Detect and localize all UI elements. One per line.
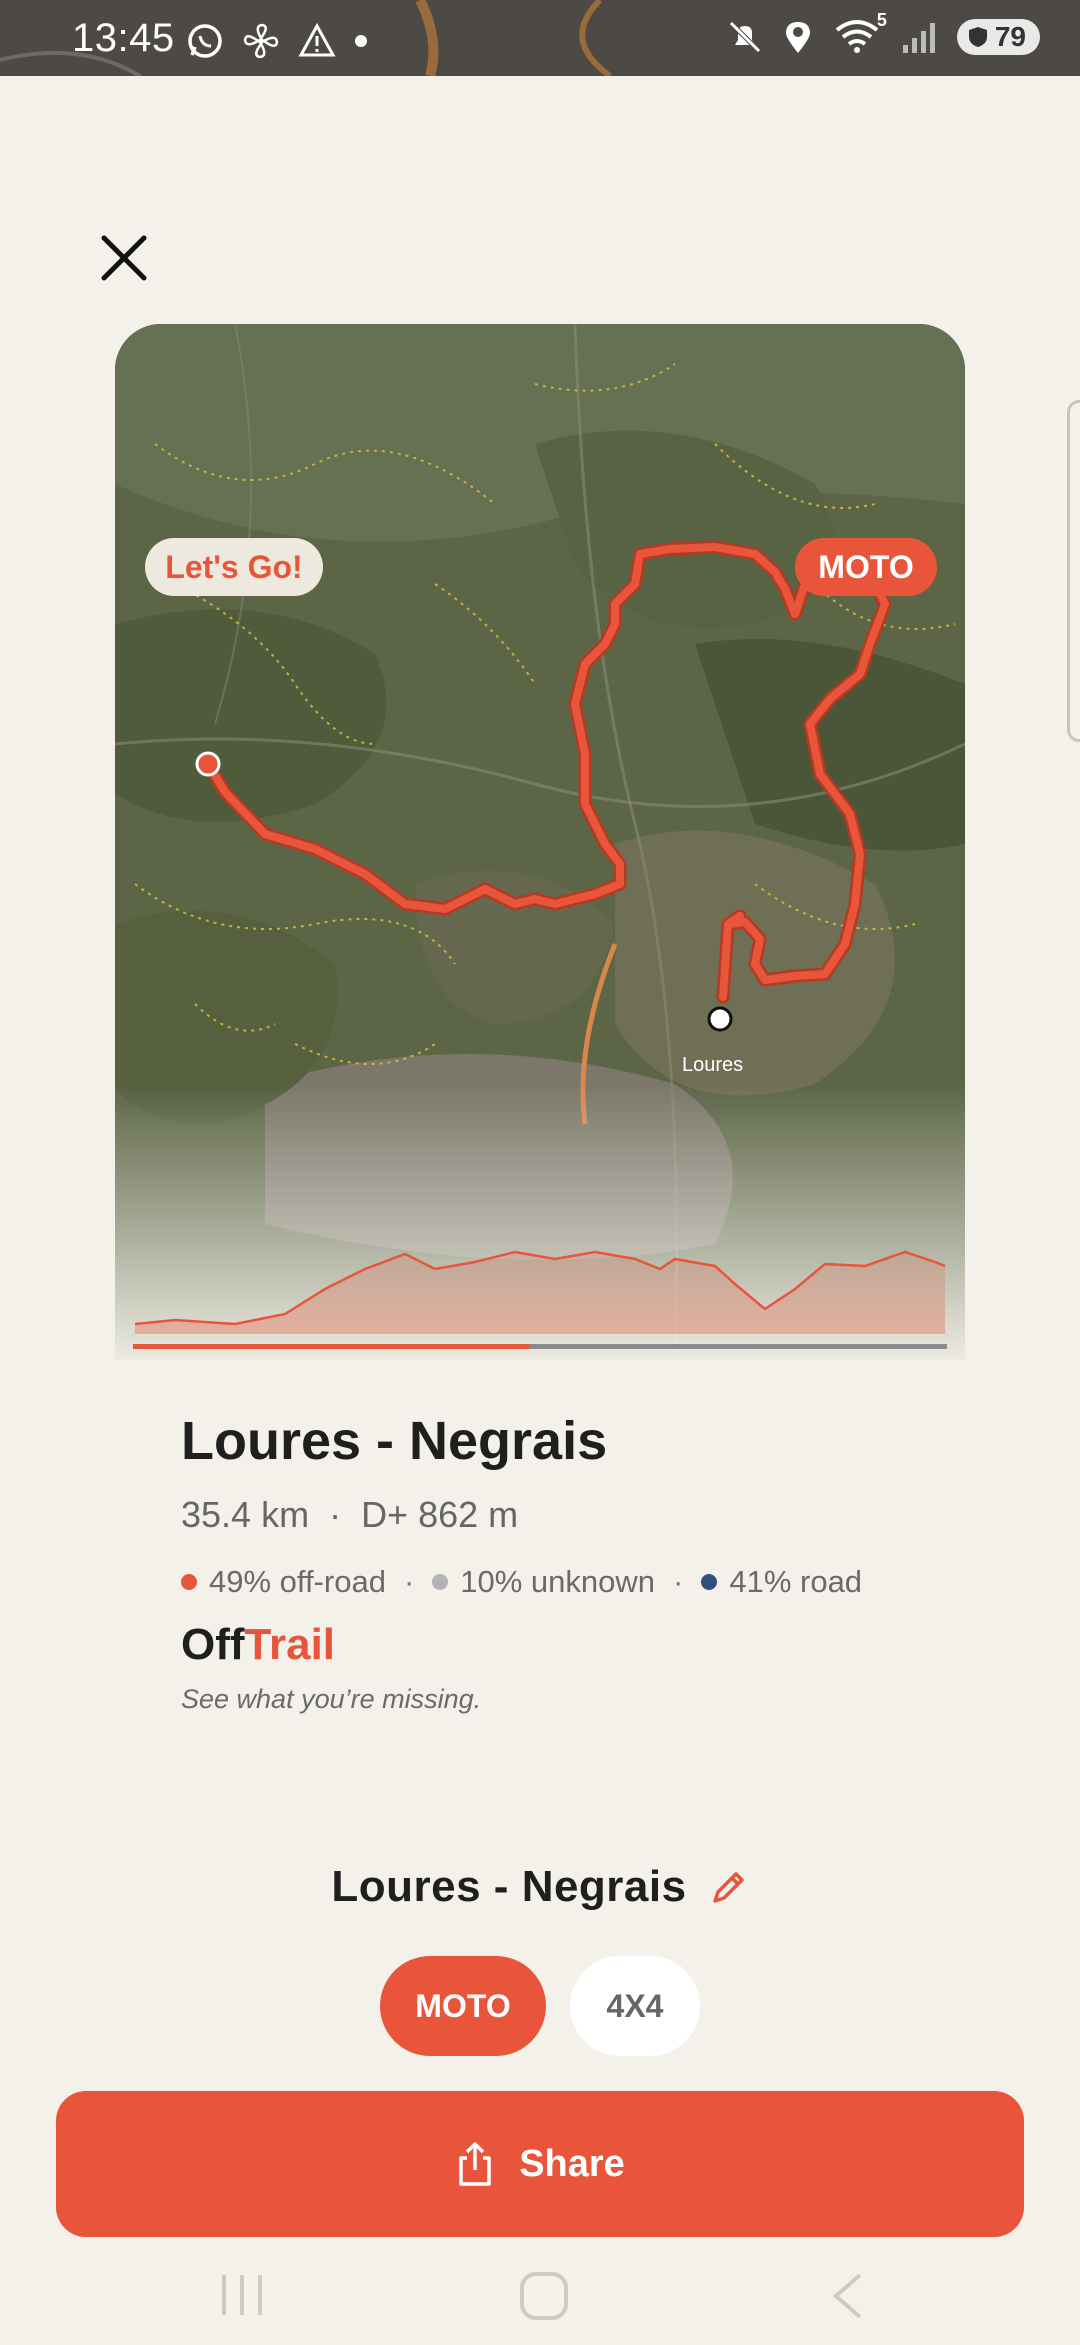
share-icon bbox=[459, 2142, 491, 2186]
route-info: Loures - Negrais 35.4 km · D+ 862 m 49% … bbox=[181, 1410, 981, 1715]
route-start-marker bbox=[195, 751, 221, 777]
route-name-label: Loures - Negrais bbox=[331, 1862, 687, 1911]
chip-4x4[interactable]: 4X4 bbox=[570, 1956, 700, 2056]
brand-tagline: See what you’re missing. bbox=[181, 1684, 482, 1714]
back-icon[interactable] bbox=[832, 2273, 862, 2319]
share-button[interactable]: Share bbox=[56, 2091, 1024, 2237]
road-dot-icon bbox=[701, 1574, 718, 1590]
share-label: Share bbox=[519, 2142, 625, 2185]
fan-icon bbox=[243, 23, 279, 59]
close-icon[interactable] bbox=[96, 230, 152, 286]
stats-separator: · bbox=[329, 1494, 342, 1535]
vehicle-chips: MOTO 4X4 bbox=[380, 1956, 700, 2056]
map-place-label: Loures bbox=[682, 1054, 744, 1076]
side-handle[interactable] bbox=[1067, 400, 1080, 742]
unknown-dot-icon bbox=[432, 1574, 449, 1590]
edit-pencil-icon[interactable] bbox=[709, 1867, 749, 1907]
surface-offroad: 49% off-road bbox=[209, 1564, 386, 1599]
progress-fill bbox=[133, 1344, 529, 1349]
route-stats: 35.4 km · D+ 862 m bbox=[181, 1494, 981, 1536]
route-elevation: D+ 862 m bbox=[361, 1494, 519, 1535]
surface-road: 41% road bbox=[729, 1564, 863, 1599]
signal-icon bbox=[902, 23, 935, 53]
lets-go-badge: Let's Go! bbox=[145, 538, 323, 596]
battery-indicator: 79 bbox=[956, 19, 1040, 55]
surface-breakdown: 49% off-road · 10% unknown · 41% road bbox=[181, 1564, 981, 1600]
battery-level: 79 bbox=[994, 21, 1026, 52]
route-title: Loures - Negrais bbox=[181, 1411, 608, 1471]
shield-icon bbox=[968, 27, 987, 47]
mute-icon bbox=[729, 21, 761, 53]
wifi-icon: 5 bbox=[833, 10, 887, 56]
recent-apps-icon[interactable] bbox=[222, 2275, 262, 2315]
route-end-marker bbox=[707, 1006, 733, 1032]
route-map-card: Loures Let's Go! MOTO bbox=[115, 324, 965, 1360]
clock: 13:45 bbox=[72, 16, 175, 60]
satellite-map bbox=[115, 324, 965, 1360]
wifi-badge: 5 bbox=[876, 10, 887, 30]
brand-logo: OffTrail bbox=[181, 1620, 336, 1669]
moto-badge: MOTO bbox=[795, 538, 937, 596]
warning-icon bbox=[298, 22, 336, 57]
notification-dot-icon bbox=[355, 35, 367, 47]
location-icon bbox=[785, 22, 810, 53]
system-nav-bar bbox=[0, 2250, 1080, 2340]
surface-unknown: 10% unknown bbox=[460, 1564, 656, 1599]
offroad-dot-icon bbox=[181, 1574, 197, 1590]
status-bar: 13:45 5 79 bbox=[0, 0, 1080, 76]
home-icon[interactable] bbox=[520, 2272, 568, 2320]
chip-moto[interactable]: MOTO bbox=[380, 1956, 546, 2056]
whatsapp-icon bbox=[188, 24, 222, 58]
route-name-row: Loures - Negrais bbox=[0, 1862, 1080, 1912]
route-distance: 35.4 km bbox=[181, 1494, 310, 1535]
